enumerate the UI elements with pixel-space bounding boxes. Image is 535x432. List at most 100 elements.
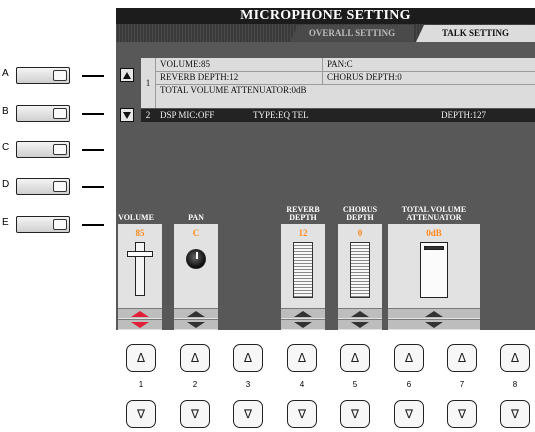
side-button-a-light (53, 70, 67, 81)
dsp-type-setting: TYPE:EQ TEL (253, 110, 309, 120)
attenuator-control-panel: 0dB (388, 224, 480, 330)
side-button-a-leader (82, 75, 104, 77)
side-button-row-b: B (0, 105, 106, 123)
button-number-7: 7 (459, 380, 465, 389)
button-7-up[interactable]: Δ (447, 344, 477, 372)
dsp-depth-setting: DEPTH:127 (441, 110, 486, 120)
button-3-up[interactable]: Δ (233, 344, 263, 372)
tab-bar: OVERALL SETTING TALK SETTING (116, 24, 535, 42)
chorus-depth-increase-indicator (338, 308, 382, 318)
reverb-label-line2: DEPTH (289, 213, 317, 222)
side-button-d-leader (82, 186, 104, 188)
side-button-row-a: A (0, 67, 106, 85)
list-column-divider (155, 58, 156, 109)
side-button-e-leader (82, 224, 104, 226)
volume-value: 85 (135, 228, 145, 238)
chorus-depth-slider[interactable] (350, 242, 370, 298)
triangle-down-icon (294, 322, 312, 328)
total-volume-attenuator-setting[interactable]: TOTAL VOLUME ATTENUATOR:0dB (160, 84, 306, 97)
scroll-up-button[interactable] (120, 68, 134, 82)
side-button-letter-e: E (2, 217, 9, 228)
button-4-up[interactable]: Δ (287, 344, 317, 372)
reverb-depth-value: 12 (298, 228, 308, 238)
triangle-down-icon (425, 322, 443, 328)
chorus-depth-value: 0 (357, 228, 363, 238)
side-button-row-d: D (0, 178, 106, 196)
attenuator-meter[interactable] (420, 242, 448, 298)
button-8-down[interactable]: ∇ (500, 400, 530, 428)
button-2-down[interactable]: ∇ (180, 400, 210, 428)
screen-title: MICROPHONE SETTING (116, 8, 535, 24)
reverb-depth-slider[interactable] (293, 242, 313, 298)
side-button-e[interactable] (16, 216, 70, 233)
volume-control-panel: 85 (118, 224, 162, 330)
chorus-depth-decrease-indicator (338, 319, 382, 329)
side-button-row-c: C (0, 141, 106, 159)
dsp-mic-setting: DSP MIC:OFF (160, 110, 215, 120)
attenuator-value: 0dB (426, 228, 442, 238)
button-6-down[interactable]: ∇ (394, 400, 424, 428)
lcd-screen: MICROPHONE SETTING OVERALL SETTING TALK … (116, 8, 535, 330)
triangle-down-icon (187, 322, 205, 328)
pan-value: C (192, 228, 200, 238)
button-1-down[interactable]: ∇ (126, 400, 156, 428)
triangle-down-icon (131, 322, 149, 328)
side-button-b-light (53, 108, 67, 119)
triangle-up-icon (294, 311, 312, 317)
button-3-down[interactable]: ∇ (233, 400, 263, 428)
side-button-c[interactable] (16, 141, 70, 158)
pan-knob[interactable] (186, 249, 206, 269)
list-row-2[interactable]: 2 DSP MIC:OFF TYPE:EQ TEL DEPTH:127 (141, 109, 535, 122)
chorus-depth-setting[interactable]: CHORUS DEPTH:0 (327, 71, 402, 84)
button-7-down[interactable]: ∇ (447, 400, 477, 428)
button-number-1: 1 (138, 380, 144, 389)
reverb-depth-increase-indicator (281, 308, 325, 318)
side-button-e-light (53, 219, 67, 230)
button-4-down[interactable]: ∇ (287, 400, 317, 428)
button-2-up[interactable]: Δ (180, 344, 210, 372)
button-number-4: 4 (299, 380, 305, 389)
list-column-divider (322, 58, 323, 84)
volume-slider-knob[interactable] (127, 251, 153, 257)
tab-talk-setting[interactable]: TALK SETTING (416, 25, 535, 42)
side-button-c-light (53, 144, 67, 155)
button-6-up[interactable]: Δ (394, 344, 424, 372)
reverb-depth-decrease-indicator (281, 319, 325, 329)
side-button-d[interactable] (16, 178, 70, 195)
pan-label: PAN (188, 213, 204, 222)
volume-setting[interactable]: VOLUME:85 (160, 58, 210, 71)
button-8-up[interactable]: Δ (500, 344, 530, 372)
attenuator-decrease-indicator (388, 319, 480, 329)
button-number-3: 3 (245, 380, 251, 389)
volume-decrease-indicator (118, 319, 162, 329)
triangle-up-icon (187, 311, 205, 317)
pan-setting[interactable]: PAN:C (327, 58, 353, 71)
button-number-5: 5 (352, 380, 358, 389)
tab-overall-setting[interactable]: OVERALL SETTING (290, 25, 414, 42)
pan-control-panel: C (174, 224, 218, 330)
side-button-letter-b: B (2, 106, 9, 117)
list-row-number-2: 2 (145, 110, 151, 120)
volume-label: VOLUME (118, 213, 154, 222)
scroll-down-button[interactable] (120, 108, 134, 122)
side-button-letter-d: D (2, 179, 10, 190)
side-button-b-leader (82, 113, 104, 115)
reverb-depth-control-panel: 12 (281, 224, 325, 330)
button-1-up[interactable]: Δ (126, 344, 156, 372)
side-button-c-leader (82, 149, 104, 151)
volume-increase-indicator (118, 308, 162, 318)
side-button-letter-c: C (2, 142, 10, 153)
attenuator-label-line2: ATTENUATOR (406, 213, 462, 222)
side-button-b[interactable] (16, 105, 70, 122)
button-5-down[interactable]: ∇ (340, 400, 370, 428)
triangle-up-icon (131, 311, 149, 317)
button-number-8: 8 (512, 380, 518, 389)
attenuator-increase-indicator (388, 308, 480, 318)
button-5-up[interactable]: Δ (340, 344, 370, 372)
triangle-up-icon (351, 311, 369, 317)
side-button-a[interactable] (16, 67, 70, 84)
triangle-up-icon (425, 311, 443, 317)
triangle-down-icon (123, 112, 131, 119)
reverb-depth-setting[interactable]: REVERB DEPTH:12 (160, 71, 238, 84)
side-button-row-e: E (0, 216, 106, 234)
